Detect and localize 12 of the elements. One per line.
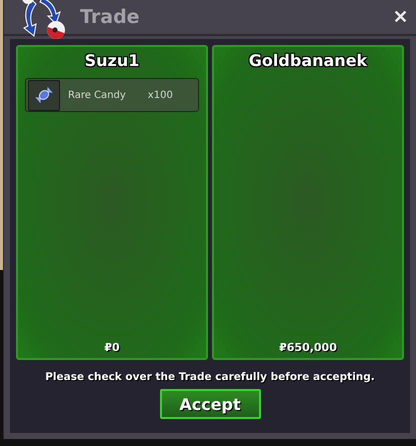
candy-icon	[34, 85, 54, 105]
money-amount: ₽650,000	[279, 341, 337, 354]
item-quantity: x100	[148, 90, 173, 100]
item-name: Rare Candy	[68, 90, 126, 100]
trader-name: Suzu1	[84, 51, 140, 70]
close-button[interactable]: ✕	[393, 6, 408, 28]
item-slot[interactable]: Rare Candy x100	[25, 78, 199, 112]
money-amount: ₽0	[104, 341, 120, 354]
accept-button[interactable]: Accept	[160, 389, 260, 419]
window-title: Trade	[80, 6, 141, 28]
notice-text: Please check over the Trade carefully before accepting.	[45, 371, 375, 383]
trader-name: Goldbananek	[248, 51, 368, 70]
